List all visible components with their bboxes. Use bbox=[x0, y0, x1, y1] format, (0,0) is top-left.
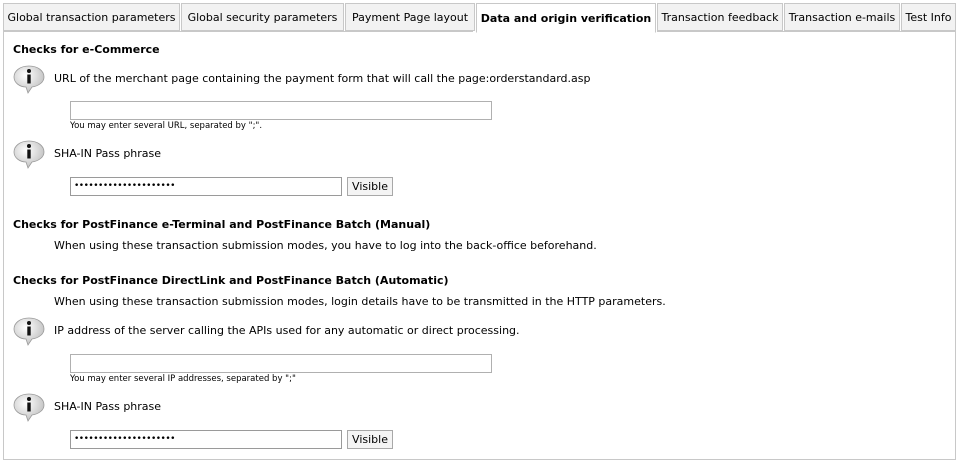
ip-address-label: IP address of the server calling the API… bbox=[54, 324, 520, 337]
sha-in-passphrase-input[interactable]: ••••••••••••••••••••• bbox=[70, 177, 342, 196]
merchant-url-input[interactable] bbox=[70, 101, 492, 120]
info-icon bbox=[13, 393, 45, 422]
section-heading-ecommerce: Checks for e-Commerce bbox=[13, 43, 160, 56]
info-icon bbox=[13, 317, 45, 346]
tab-transaction-feedback[interactable]: Transaction feedback bbox=[657, 3, 783, 31]
section-heading-eterminal: Checks for PostFinance e-Terminal and Po… bbox=[13, 218, 431, 231]
tab-bar: Global transaction parameters Global sec… bbox=[3, 3, 956, 33]
info-icon bbox=[13, 65, 45, 94]
visible-button[interactable]: Visible bbox=[347, 430, 393, 449]
tab-global-transaction-parameters[interactable]: Global transaction parameters bbox=[3, 3, 180, 31]
sha-in-label: SHA-IN Pass phrase bbox=[54, 400, 162, 413]
tab-payment-page-layout[interactable]: Payment Page layout bbox=[345, 3, 475, 31]
sha-in-passphrase-input[interactable]: ••••••••••••••••••••• bbox=[70, 430, 342, 449]
tab-transaction-emails[interactable]: Transaction e-mails bbox=[784, 3, 900, 31]
ip-hint: You may enter several IP addresses, sepa… bbox=[70, 374, 296, 384]
directlink-description: When using these transaction submission … bbox=[54, 295, 666, 308]
sha-in-label: SHA-IN Pass phrase bbox=[54, 147, 162, 160]
eterminal-description: When using these transaction submission … bbox=[54, 239, 597, 252]
tab-data-and-origin-verification[interactable]: Data and origin verification bbox=[476, 3, 656, 33]
info-icon bbox=[13, 140, 45, 169]
tab-global-security-parameters[interactable]: Global security parameters bbox=[181, 3, 344, 31]
url-field-label: URL of the merchant page containing the … bbox=[54, 72, 591, 85]
url-hint: You may enter several URL, separated by … bbox=[70, 121, 263, 131]
tab-test-info[interactable]: Test Info bbox=[901, 3, 956, 31]
section-heading-directlink: Checks for PostFinance DirectLink and Po… bbox=[13, 274, 449, 287]
visible-button[interactable]: Visible bbox=[347, 177, 393, 196]
ip-address-input[interactable] bbox=[70, 354, 492, 373]
